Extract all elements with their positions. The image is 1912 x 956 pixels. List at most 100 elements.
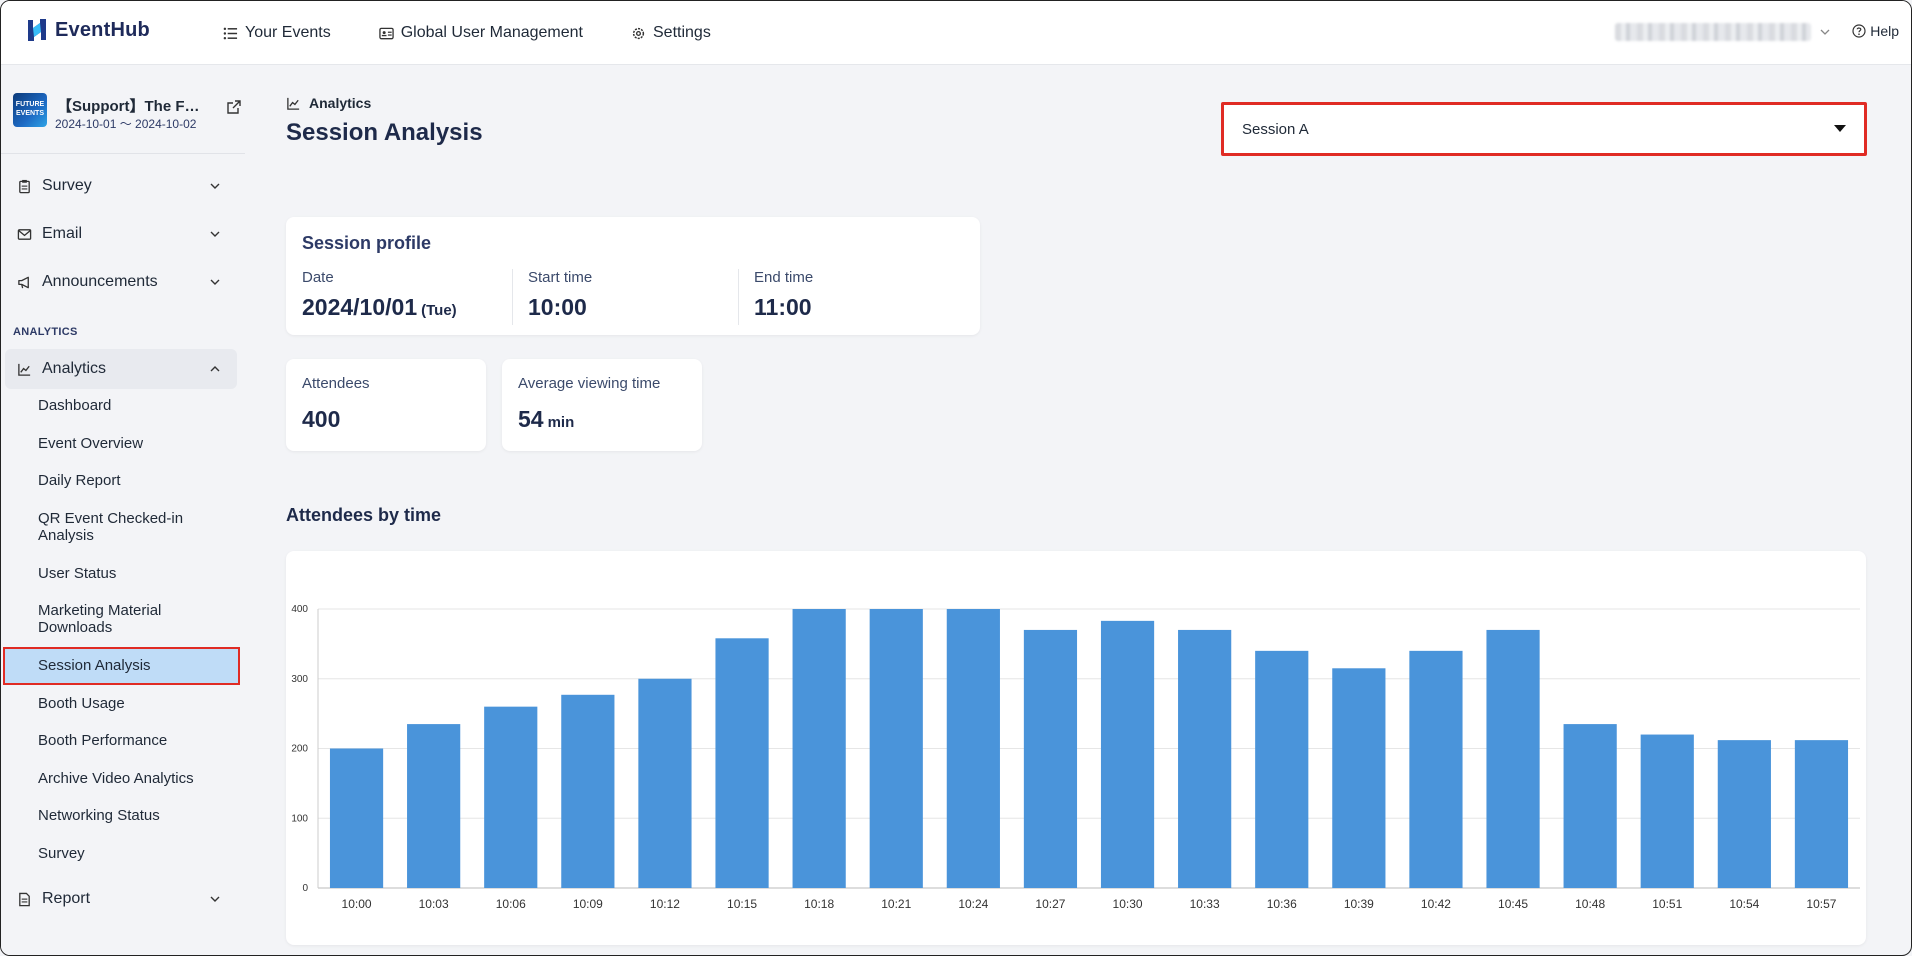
- session-profile-title: Session profile: [302, 233, 432, 253]
- profile-end-value: 11:00: [754, 294, 812, 320]
- sidebar: FUTURE EVENTS 【Support】The F… 2024-10-01…: [1, 65, 245, 955]
- chart-bar: [1332, 668, 1386, 888]
- avg-viewing-value: 54: [518, 406, 544, 432]
- x-tick-label: 10:03: [419, 897, 449, 911]
- nav-global-user-management-label: Global User Management: [400, 24, 583, 41]
- top-bar: EventHub Your Events Global User Managem…: [1, 1, 1911, 65]
- sidebar-item-announcements[interactable]: Announcements: [5, 262, 237, 302]
- nav-settings[interactable]: Settings: [631, 24, 711, 42]
- avg-viewing-unit: min: [547, 414, 575, 431]
- y-tick-label: 400: [291, 604, 308, 615]
- help-label: Help: [1870, 23, 1899, 39]
- avg-viewing-value-wrap: 54 min: [518, 406, 574, 433]
- y-tick-label: 0: [302, 883, 308, 894]
- chart-bar: [1023, 629, 1078, 888]
- nav-global-user-management[interactable]: Global User Management: [378, 24, 583, 42]
- breadcrumb-label: Analytics: [309, 95, 372, 111]
- chart-bar: [1640, 734, 1694, 888]
- sidebar-subitem-session-analysis[interactable]: Session Analysis: [3, 647, 240, 685]
- line-chart-icon: [18, 363, 31, 376]
- x-tick-label: 10:39: [1344, 897, 1374, 911]
- user-menu[interactable]: [1615, 23, 1831, 41]
- chart-bar: [1486, 629, 1540, 888]
- chevron-down-icon: [210, 183, 220, 189]
- user-name-redacted: [1615, 23, 1811, 41]
- sidebar-item-label: Survey: [42, 177, 92, 194]
- sidebar-subitem-event-overview[interactable]: Event Overview: [38, 435, 233, 452]
- main-content: Analytics Session Analysis Session A Ses…: [245, 65, 1911, 955]
- nav-your-events-label: Your Events: [245, 24, 331, 41]
- chart-bar: [1717, 740, 1771, 888]
- profile-end-time: End time 11:00: [754, 269, 813, 325]
- top-nav: Your Events Global User Management Setti…: [223, 1, 711, 65]
- question-circle-icon: [1852, 24, 1866, 38]
- x-tick-label: 10:00: [342, 897, 372, 911]
- profile-date-value: 2024/10/01: [302, 294, 418, 320]
- session-select[interactable]: Session A: [1221, 102, 1867, 156]
- chart-bar: [869, 609, 923, 888]
- sidebar-subitem-marketing-downloads[interactable]: Marketing Material Downloads: [38, 602, 233, 636]
- event-dates: 2024-10-01 ～ 2024-10-02: [55, 117, 197, 131]
- clipboard-icon: [19, 179, 30, 193]
- gear-icon: [632, 27, 645, 39]
- sidebar-subitem-survey[interactable]: Survey: [38, 845, 233, 862]
- x-tick-label: 10:06: [496, 897, 526, 911]
- sidebar-subitem-dashboard[interactable]: Dashboard: [38, 397, 233, 414]
- section-label-analytics: ANALYTICS: [13, 326, 78, 338]
- chart-bar: [792, 609, 846, 888]
- sidebar-item-report[interactable]: Report: [5, 879, 237, 919]
- y-tick-label: 200: [291, 744, 308, 755]
- x-tick-label: 10:27: [1035, 897, 1065, 911]
- sidebar-subitem-booth-usage[interactable]: Booth Usage: [38, 695, 233, 712]
- x-tick-label: 10:12: [650, 897, 680, 911]
- nav-your-events[interactable]: Your Events: [223, 24, 331, 42]
- breadcrumb: Analytics: [286, 95, 371, 111]
- x-tick-label: 10:54: [1729, 897, 1759, 911]
- chart-bar: [1255, 650, 1309, 888]
- sidebar-item-email[interactable]: Email: [5, 214, 237, 254]
- x-tick-label: 10:45: [1498, 897, 1528, 911]
- sidebar-subitem-qr-checkin-analysis[interactable]: QR Event Checked-in Analysis: [38, 510, 233, 544]
- sidebar-subitem-user-status[interactable]: User Status: [38, 565, 233, 582]
- chart-bar: [1794, 740, 1849, 888]
- avg-viewing-label: Average viewing time: [518, 375, 661, 392]
- sidebar-item-analytics[interactable]: Analytics: [5, 349, 237, 389]
- nav-settings-label: Settings: [653, 24, 711, 41]
- sidebar-item-label: Announcements: [42, 273, 158, 290]
- profile-date-value-wrap: 2024/10/01 (Tue): [302, 294, 457, 321]
- chevron-up-icon: [210, 366, 220, 372]
- eventhub-logo-icon: [28, 19, 46, 41]
- attendees-card: Attendees 400: [286, 359, 486, 451]
- chevron-down-icon: [1820, 29, 1830, 35]
- profile-divider: [512, 269, 513, 325]
- profile-start-label: Start time: [528, 269, 593, 286]
- chart-bar: [484, 706, 538, 888]
- chart-bar: [715, 638, 769, 888]
- logo[interactable]: EventHub: [25, 17, 150, 43]
- avg-viewing-card: Average viewing time 54 min: [502, 359, 702, 451]
- attendees-chart-card: 0 100 200 300 400 10:00 10:03 10:06 10:09 10:12 10…: [286, 551, 1866, 945]
- profile-date-day: (Tue): [421, 302, 457, 319]
- document-icon: [19, 892, 30, 906]
- sidebar-item-label: Email: [42, 225, 83, 242]
- sidebar-subitem-booth-performance[interactable]: Booth Performance: [38, 732, 233, 749]
- sidebar-subitem-networking-status[interactable]: Networking Status: [38, 807, 233, 824]
- chevron-down-icon: [210, 231, 220, 237]
- sidebar-item-survey[interactable]: Survey: [5, 166, 237, 206]
- caret-down-icon: [1834, 125, 1846, 132]
- page-title: Session Analysis: [286, 119, 483, 146]
- external-link-icon[interactable]: [226, 99, 242, 115]
- sidebar-subitem-archive-video-analytics[interactable]: Archive Video Analytics: [38, 770, 233, 787]
- line-chart-icon: [287, 97, 300, 110]
- help-link[interactable]: Help: [1852, 23, 1899, 39]
- profile-end-label: End time: [754, 269, 814, 286]
- chart-title: Attendees by time: [286, 505, 442, 525]
- chart-bar: [1100, 620, 1155, 888]
- megaphone-icon: [18, 276, 29, 288]
- x-tick-label: 10:33: [1190, 897, 1220, 911]
- sidebar-subitem-daily-report[interactable]: Daily Report: [38, 472, 233, 489]
- x-tick-label: 10:24: [958, 897, 988, 911]
- chart-bar: [638, 678, 692, 888]
- x-tick-label: 10:42: [1421, 897, 1451, 911]
- attendees-label: Attendees: [302, 375, 370, 392]
